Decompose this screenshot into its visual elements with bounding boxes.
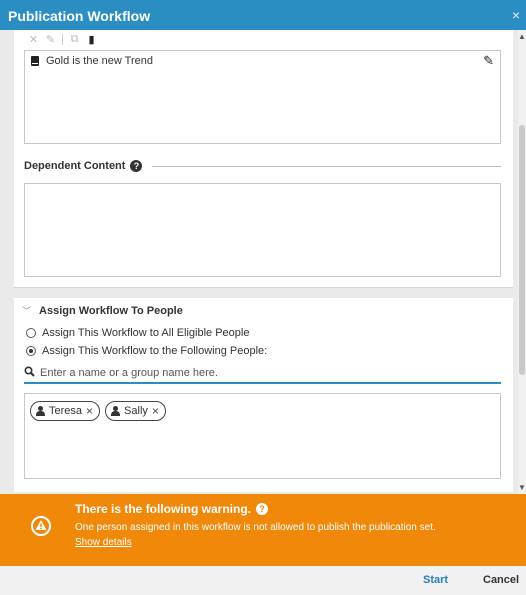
help-icon[interactable]: ?	[130, 160, 143, 172]
dependent-content-list	[24, 183, 501, 277]
content-toolbar: ✕ ✎ ⧉ ▮	[28, 32, 97, 46]
search-icon	[24, 366, 36, 380]
content-panel: ✕ ✎ ⧉ ▮ Gold is the new Trend ✎ Dependen…	[14, 30, 513, 288]
chevron-down-icon: ﹀	[22, 306, 32, 316]
dialog-title: Publication Workflow	[8, 8, 151, 24]
remove-person-icon[interactable]: ×	[152, 404, 159, 418]
pencil-icon[interactable]: ✎	[483, 53, 494, 69]
content-item-label: Gold is the new Trend	[46, 55, 154, 67]
warning-title: There is the following warning. ?	[75, 502, 269, 516]
search-input[interactable]	[40, 367, 480, 379]
person-name: Sally	[124, 405, 148, 417]
remove-person-icon[interactable]: ×	[86, 404, 93, 418]
title-bar: Publication Workflow ×	[0, 0, 526, 30]
toolbar-divider	[62, 33, 63, 45]
warning-message: One person assigned in this workflow is …	[75, 522, 436, 533]
remove-icon[interactable]: ✕	[28, 33, 39, 46]
dependent-content-header: Dependent Content ?	[24, 158, 501, 174]
people-search	[24, 364, 501, 384]
radio-all-eligible[interactable]: Assign This Workflow to All Eligible Peo…	[26, 327, 249, 339]
paste-icon[interactable]: ▮	[86, 33, 97, 46]
content-list: Gold is the new Trend ✎	[24, 50, 501, 144]
warning-title-text: There is the following warning.	[75, 502, 252, 516]
start-button[interactable]: Start	[423, 574, 448, 586]
assign-panel: ﹀ Assign Workflow To People Assign This …	[14, 298, 513, 492]
edit-icon[interactable]: ✎	[45, 33, 56, 46]
assigned-people-list: Teresa × Sally ×	[24, 393, 501, 479]
content-item[interactable]: Gold is the new Trend	[31, 55, 153, 67]
person-chip: Teresa ×	[30, 401, 101, 421]
radio-label: Assign This Workflow to the Following Pe…	[42, 345, 268, 357]
radio-following-people[interactable]: Assign This Workflow to the Following Pe…	[26, 345, 267, 357]
dependent-content-label: Dependent Content	[24, 160, 126, 172]
person-chip: Sally ×	[105, 401, 166, 421]
section-divider	[152, 165, 501, 167]
close-icon[interactable]: ×	[512, 7, 520, 23]
warning-icon	[31, 516, 51, 536]
scrollbar-thumb[interactable]	[519, 125, 525, 375]
person-name: Teresa	[49, 405, 83, 417]
scrollbar[interactable]: ▲ ▼	[518, 30, 526, 494]
copy-icon[interactable]: ⧉	[69, 33, 80, 46]
assign-section-title: Assign Workflow To People	[39, 304, 183, 317]
show-details-link[interactable]: Show details	[75, 537, 132, 548]
scroll-down-icon[interactable]: ▼	[518, 483, 526, 492]
help-icon[interactable]: ?	[256, 503, 269, 515]
scroll-up-icon[interactable]: ▲	[518, 32, 526, 41]
radio-label: Assign This Workflow to All Eligible Peo…	[42, 327, 250, 339]
cancel-button[interactable]: Cancel	[483, 574, 519, 586]
warning-banner: There is the following warning. ? One pe…	[0, 494, 526, 566]
book-icon	[31, 56, 39, 66]
dialog-footer: Start Cancel	[0, 566, 526, 595]
radio-button[interactable]	[26, 346, 36, 356]
person-icon	[111, 406, 121, 416]
people-chips: Teresa × Sally ×	[30, 401, 166, 421]
person-icon	[36, 406, 45, 416]
radio-button[interactable]	[26, 328, 36, 338]
assign-section-header[interactable]: ﹀ Assign Workflow To People	[22, 304, 183, 317]
dialog-content: ✕ ✎ ⧉ ▮ Gold is the new Trend ✎ Dependen…	[0, 30, 526, 494]
